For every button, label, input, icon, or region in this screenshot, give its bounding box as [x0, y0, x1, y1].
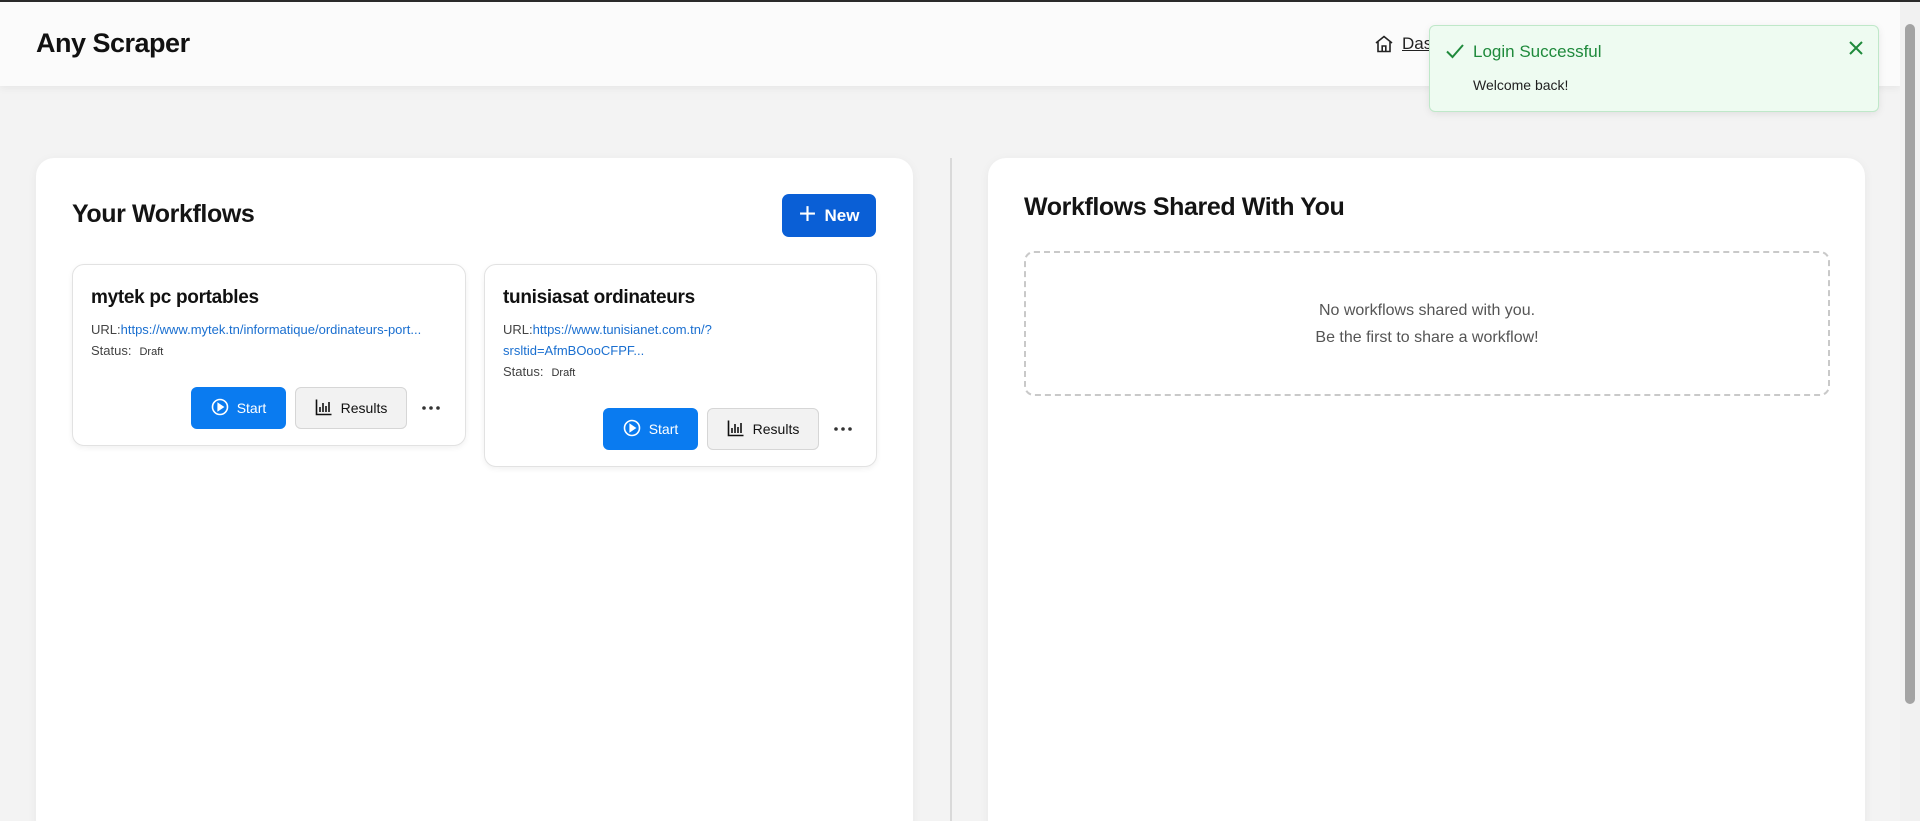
results-button[interactable]: Results	[295, 387, 407, 429]
results-label: Results	[752, 421, 800, 437]
toast-title: Login Successful	[1473, 42, 1602, 61]
workflow-status-row: Status: Draft	[91, 343, 163, 358]
scrollbar-thumb[interactable]	[1905, 24, 1915, 704]
workflow-url-row: URL:https://www.tunisianet.com.tn/?srslt…	[503, 319, 763, 361]
login-success-toast: Login Successful Welcome back!	[1429, 25, 1879, 112]
bar-chart-icon	[727, 419, 745, 440]
workflow-status-label: Status:	[91, 343, 132, 358]
page-scrollbar[interactable]	[1900, 2, 1920, 821]
shared-workflows-panel: Workflows Shared With You No workflows s…	[988, 158, 1865, 821]
more-horizontal-icon	[421, 398, 441, 416]
workflow-url-link[interactable]: https://www.tunisianet.com.tn/?srsltid=A…	[503, 322, 712, 358]
your-workflows-title: Your Workflows	[72, 200, 255, 228]
empty-state-line-1: No workflows shared with you.	[1318, 301, 1536, 319]
home-icon	[1374, 34, 1394, 54]
workflow-url-link[interactable]: https://www.mytek.tn/informatique/ordina…	[121, 322, 422, 337]
more-horizontal-icon	[833, 419, 853, 437]
results-button[interactable]: Results	[707, 408, 819, 450]
empty-state-line-2: Be the first to share a workflow!	[1315, 328, 1539, 346]
start-button[interactable]: Start	[603, 408, 698, 450]
workflow-url-label: URL:	[503, 322, 533, 337]
close-icon[interactable]	[1846, 38, 1866, 63]
nav-dashboard-label: Das	[1402, 34, 1433, 53]
your-workflows-panel: Your Workflows New mytek pc portables UR…	[36, 158, 913, 821]
app-brand[interactable]: Any Scraper	[36, 28, 190, 59]
start-label: Start	[236, 400, 267, 416]
more-options-button[interactable]	[417, 397, 445, 417]
workflow-card: tunisiasat ordinateurs URL:https://www.t…	[484, 264, 877, 467]
workflow-name: tunisiasat ordinateurs	[503, 287, 695, 308]
workflow-status-label: Status:	[503, 364, 544, 379]
more-options-button[interactable]	[829, 418, 857, 438]
shared-workflows-title: Workflows Shared With You	[1024, 193, 1345, 221]
start-button[interactable]: Start	[191, 387, 286, 429]
bar-chart-icon	[315, 398, 333, 419]
workflow-name: mytek pc portables	[91, 287, 259, 308]
new-workflow-button[interactable]: New	[782, 194, 876, 237]
new-workflow-label: New	[824, 205, 860, 225]
panel-divider	[950, 158, 952, 821]
workflow-status-value: Draft	[139, 346, 164, 358]
play-circle-icon	[623, 419, 641, 440]
play-circle-icon	[211, 398, 229, 419]
shared-workflows-empty-state: No workflows shared with you. Be the fir…	[1024, 251, 1830, 396]
toast-message: Welcome back!	[1473, 77, 1569, 93]
nav-dashboard-link[interactable]: Das	[1374, 34, 1432, 54]
workflow-status-row: Status: Draft	[503, 364, 575, 379]
plus-icon	[799, 205, 816, 227]
workflow-url-label: URL:	[91, 322, 121, 337]
results-label: Results	[340, 400, 388, 416]
workflow-status-value: Draft	[551, 367, 576, 379]
check-icon	[1444, 40, 1466, 67]
start-label: Start	[648, 421, 679, 437]
workflow-url-row: URL:https://www.mytek.tn/informatique/or…	[91, 319, 453, 340]
workflow-card: mytek pc portables URL:https://www.mytek…	[72, 264, 466, 446]
